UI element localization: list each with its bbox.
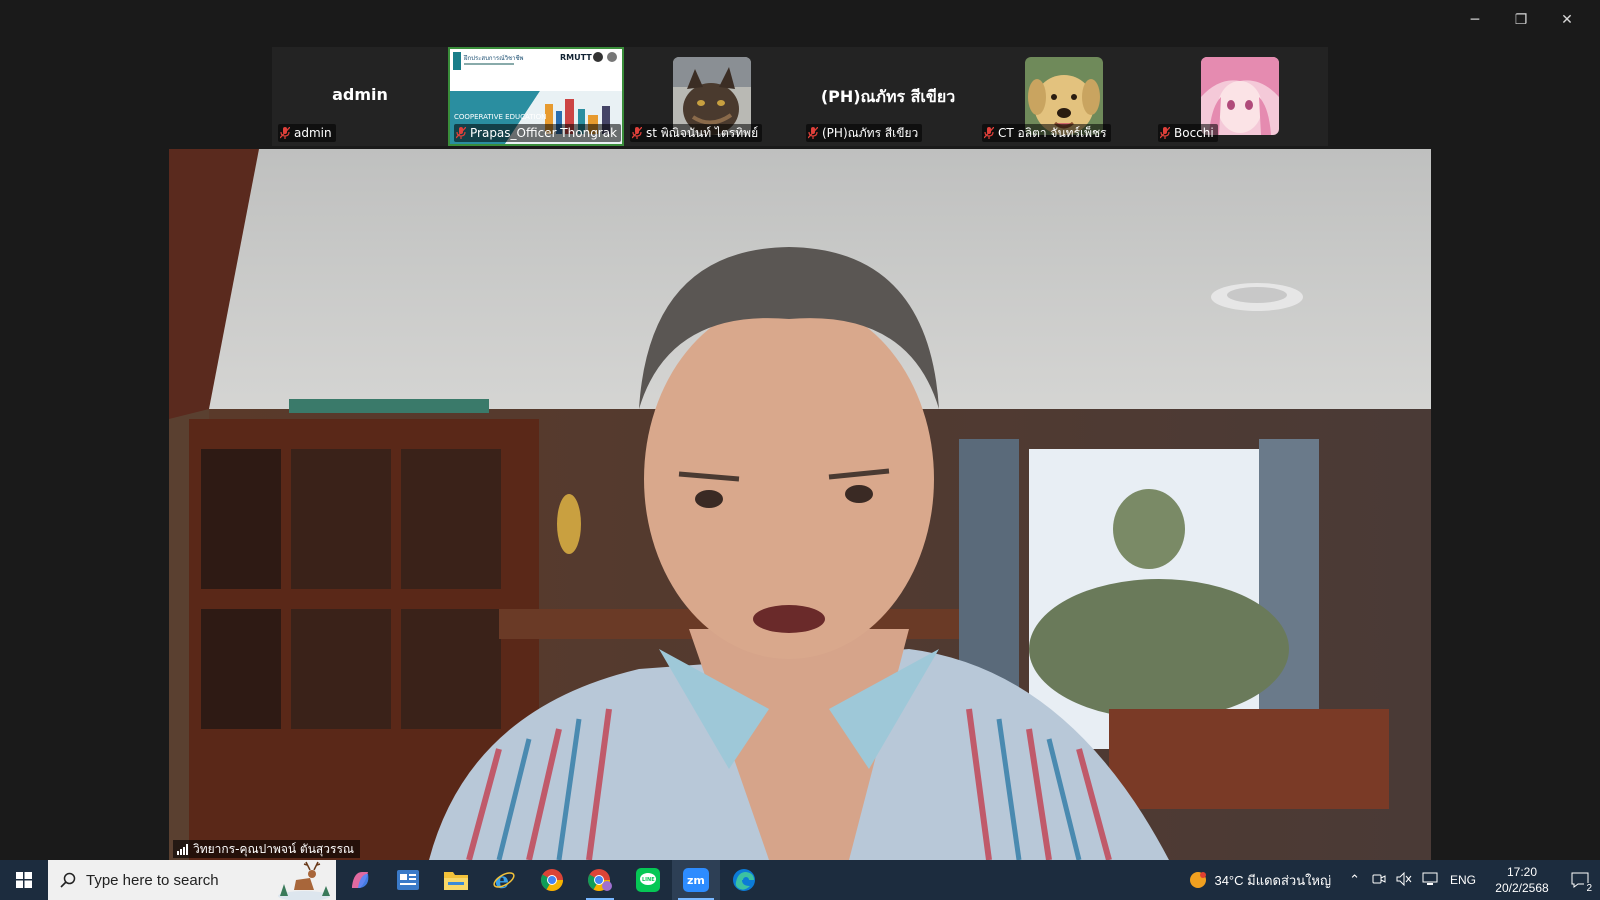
participant-name: Prapas_Officer Thongrak	[470, 126, 618, 140]
start-button[interactable]	[0, 860, 48, 900]
slide-title: ฝึกประสบการณ์วิชาชีพ	[463, 54, 524, 62]
chrome-profile-icon[interactable]	[576, 860, 624, 900]
search-highlight-deer-icon	[278, 861, 330, 900]
active-speaker-video[interactable]: วิทยากร-คุณปาพจน์ ตันสุวรรณ	[169, 149, 1431, 860]
svg-text:LINE: LINE	[642, 877, 655, 883]
zoom-icon[interactable]: zm	[672, 860, 720, 900]
participant-label: st พิณิจนันท์ ไตรทิพย์	[630, 124, 763, 142]
notification-center-icon[interactable]: 2	[1560, 860, 1600, 900]
mic-muted-icon	[808, 127, 818, 139]
signal-strength-icon	[177, 843, 188, 855]
file-explorer-icon[interactable]	[432, 860, 480, 900]
network-icon[interactable]	[1422, 872, 1438, 889]
search-icon	[60, 872, 76, 888]
mic-muted-icon	[632, 127, 642, 139]
participant-tile[interactable]: st พิณิจนันท์ ไตรทิพย์	[624, 47, 800, 146]
participant-label: (PH)ณภัทร สีเขียว	[806, 124, 923, 142]
windows-taskbar: Type here to search e LINE zm 34°C มีแดด…	[0, 860, 1600, 900]
speaker-name: วิทยากร-คุณปาพจน์ ตันสุวรรณ	[193, 841, 355, 856]
slide-logo-text: RMUTT	[560, 53, 592, 62]
speaker-video-frame	[169, 149, 1431, 860]
clock-time: 17:20	[1506, 865, 1538, 879]
meet-now-icon[interactable]	[1372, 872, 1386, 889]
zoom-window: ─ ❐ ✕ admin admin ฝึกประสบการณ์วิชาชีพ R…	[0, 0, 1600, 860]
participant-name: (PH)ณภัทร สีเขียว	[822, 125, 919, 140]
participant-name: admin	[294, 126, 332, 140]
weather-icon[interactable]	[1188, 870, 1208, 890]
participant-name: Bocchi	[1174, 126, 1214, 140]
windows-logo-icon	[16, 872, 32, 888]
clock-date: 20/2/2568	[1495, 881, 1549, 895]
taskbar-clock[interactable]: 17:20 20/2/2568	[1484, 864, 1560, 896]
participant-tile[interactable]: CT อลิตา จันทร์เพ็ชร	[976, 47, 1152, 146]
participant-tile[interactable]: admin admin	[272, 47, 448, 146]
participant-label: CT อลิตา จันทร์เพ็ชร	[982, 124, 1111, 142]
svg-text:zm: zm	[687, 874, 705, 887]
window-controls: ─ ❐ ✕	[1452, 8, 1590, 32]
internet-explorer-icon[interactable]: e	[480, 860, 528, 900]
mic-muted-icon	[984, 127, 994, 139]
participant-tile[interactable]: ฝึกประสบการณ์วิชาชีพ RMUTT COOPERATIVE E…	[448, 47, 624, 146]
line-icon[interactable]: LINE	[624, 860, 672, 900]
chrome-icon[interactable]	[528, 860, 576, 900]
taskbar-search-box[interactable]: Type here to search	[48, 860, 336, 900]
participant-name: st พิณิจนันท์ ไตรทิพย์	[646, 125, 759, 140]
slide-text: COOPERATIVE EDUCATION	[454, 113, 546, 121]
mic-muted-icon	[280, 127, 290, 139]
participant-name-display: (PH)ณภัทร สีเขียว	[820, 87, 956, 106]
copilot-icon[interactable]	[336, 860, 384, 900]
widgets-icon[interactable]	[384, 860, 432, 900]
participant-label: admin	[278, 124, 336, 142]
weather-text[interactable]: 34°C มีแดดส่วนใหญ่	[1214, 870, 1331, 891]
participant-label: Bocchi	[1158, 124, 1218, 142]
edge-icon[interactable]	[720, 860, 768, 900]
chevron-up-icon[interactable]: ⌃	[1349, 873, 1360, 888]
participant-tile[interactable]: Bocchi	[1152, 47, 1328, 146]
restore-button[interactable]: ❐	[1498, 8, 1544, 32]
search-placeholder: Type here to search	[86, 871, 219, 889]
minimize-button[interactable]: ─	[1452, 8, 1498, 32]
close-button[interactable]: ✕	[1544, 8, 1590, 32]
speaker-label: วิทยากร-คุณปาพจน์ ตันสุวรรณ	[173, 840, 361, 858]
participant-tile[interactable]: (PH)ณภัทร สีเขียว (PH)ณภัทร สีเขียว	[800, 47, 976, 146]
participant-label: Prapas_Officer Thongrak	[454, 124, 622, 142]
speaker-muted-icon[interactable]	[1396, 871, 1412, 889]
participant-strip: admin admin ฝึกประสบการณ์วิชาชีพ RMUTT C…	[272, 47, 1328, 146]
mic-muted-icon	[456, 127, 466, 139]
participant-name-display: admin	[332, 85, 388, 104]
mic-muted-icon	[1160, 127, 1170, 139]
notification-count: 2	[1584, 883, 1594, 894]
language-indicator[interactable]: ENG	[1450, 873, 1476, 887]
participant-name: CT อลิตา จันทร์เพ็ชร	[998, 125, 1107, 140]
system-tray: 34°C มีแดดส่วนใหญ่ ⌃ ENG 17:20 20/2/2568…	[1188, 860, 1600, 900]
